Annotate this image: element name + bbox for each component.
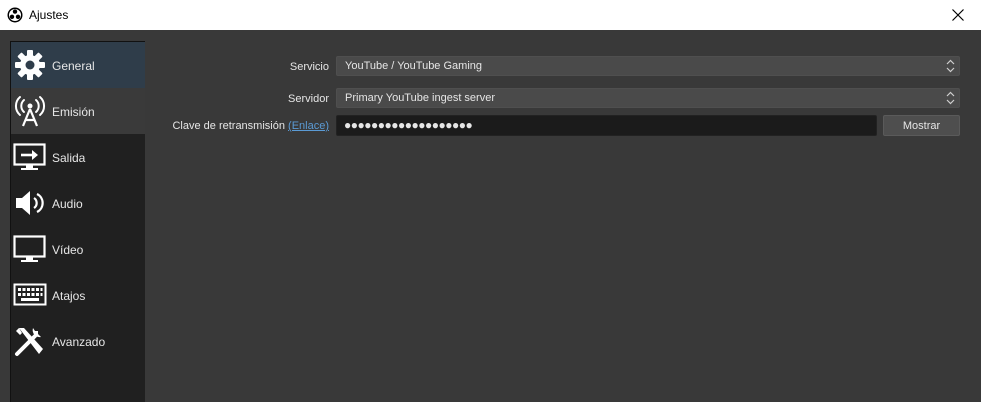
stream-key-label-text: Clave de retransmisión <box>172 120 285 132</box>
title-bar: Ajustes <box>0 0 981 30</box>
service-value: YouTube / YouTube Gaming <box>345 60 482 72</box>
sidebar-item-label: Salida <box>52 151 86 165</box>
keyboard-icon <box>13 283 47 306</box>
monitor-icon <box>13 235 46 262</box>
stream-key-input[interactable]: ●●●●●●●●●●●●●●●●●●● <box>336 115 877 136</box>
stream-key-value: ●●●●●●●●●●●●●●●●●●● <box>344 118 473 132</box>
sidebar-item-label: Audio <box>52 197 83 211</box>
sidebar-item-avanzado[interactable]: Avanzado <box>11 318 145 364</box>
broadcast-antenna-icon <box>14 96 46 127</box>
sidebar-item-salida[interactable]: Salida <box>11 134 145 180</box>
monitor-output-icon <box>13 143 46 170</box>
close-button[interactable] <box>935 0 981 30</box>
stream-key-label: Clave de retransmisión (Enlace) <box>172 120 329 132</box>
tools-icon <box>15 328 43 356</box>
sidebar-item-label: Atajos <box>52 289 86 303</box>
sidebar-item-video[interactable]: Vídeo <box>11 226 145 272</box>
service-label: Servicio <box>289 61 329 73</box>
settings-sidebar: General Emisión Salida Audio Vídeo Atajo… <box>10 41 145 402</box>
sidebar-item-audio[interactable]: Audio <box>11 180 145 226</box>
server-value: Primary YouTube ingest server <box>345 92 495 104</box>
show-key-button[interactable]: Mostrar <box>883 115 960 136</box>
sidebar-item-label: Avanzado <box>52 335 106 349</box>
server-label: Servidor <box>288 93 329 105</box>
window-title: Ajustes <box>29 8 69 22</box>
chevron-up-down-icon <box>946 91 955 105</box>
sidebar-item-atajos[interactable]: Atajos <box>11 272 145 318</box>
close-icon <box>952 9 964 21</box>
speaker-icon <box>16 191 44 215</box>
chevron-up-down-icon <box>946 59 955 73</box>
sidebar-item-general[interactable]: General <box>11 42 145 88</box>
sidebar-item-label: Emisión <box>52 105 95 119</box>
server-select[interactable]: Primary YouTube ingest server <box>336 88 960 108</box>
service-select[interactable]: YouTube / YouTube Gaming <box>336 56 960 76</box>
sidebar-item-emision[interactable]: Emisión <box>11 88 145 134</box>
gear-icon <box>15 50 45 80</box>
sidebar-item-label: Vídeo <box>52 243 84 257</box>
stream-key-link[interactable]: (Enlace) <box>288 120 329 132</box>
settings-content: General Emisión Salida Audio Vídeo Atajo… <box>0 30 981 402</box>
sidebar-item-label: General <box>52 59 95 73</box>
obs-logo-icon <box>7 7 23 23</box>
